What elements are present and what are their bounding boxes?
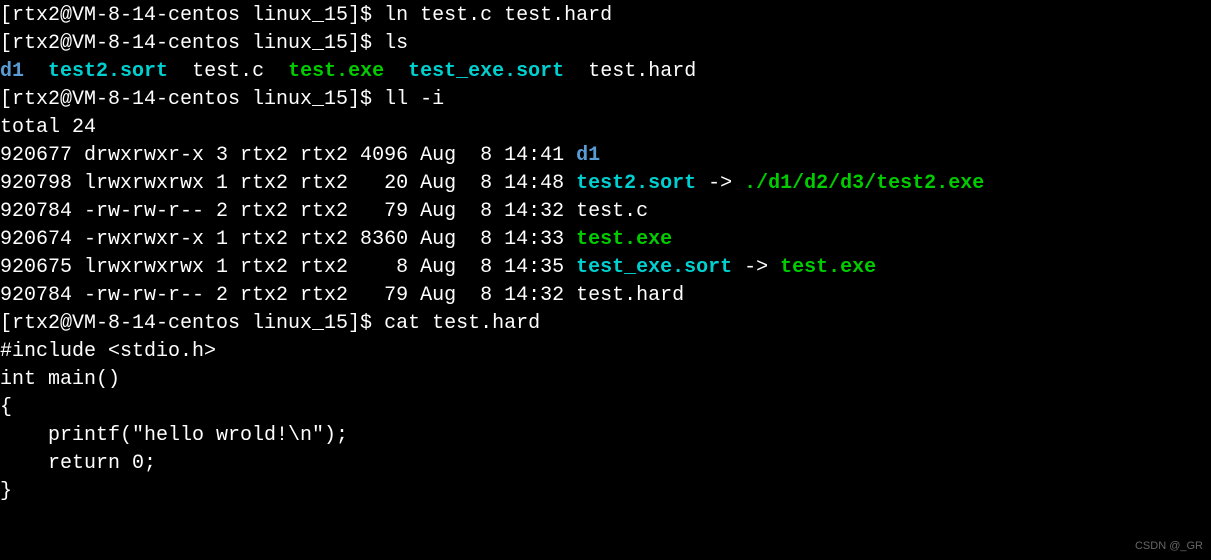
arrow: -> — [732, 256, 780, 279]
perms: lrwxrwxrwx 1 rtx2 rtx2 20 Aug 8 14:48 — [84, 172, 576, 195]
cmd-line-2: [rtx2@VM-8-14-centos linux_15]$ ls — [0, 30, 1211, 58]
file-entry: test.hard — [588, 60, 696, 83]
inode: 920784 — [0, 284, 84, 307]
inode: 920798 — [0, 172, 84, 195]
terminal-output[interactable]: [rtx2@VM-8-14-centos linux_15]$ ln test.… — [0, 2, 1211, 506]
cat-line: #include <stdio.h> — [0, 338, 1211, 366]
ls-output-line: d1 test2.sort test.c test.exe test_exe.s… — [0, 58, 1211, 86]
perms: -rw-rw-r-- 2 rtx2 rtx2 79 Aug 8 14:32 — [84, 284, 576, 307]
cmd-line-4: [rtx2@VM-8-14-centos linux_15]$ cat test… — [0, 310, 1211, 338]
command-text: ls — [384, 32, 408, 55]
perms: -rwxrwxr-x 1 rtx2 rtx2 8360 Aug 8 14:33 — [84, 228, 576, 251]
ll-row: 920674 -rwxrwxr-x 1 rtx2 rtx2 8360 Aug 8… — [0, 226, 1211, 254]
cmd-line-3: [rtx2@VM-8-14-centos linux_15]$ ll -i — [0, 86, 1211, 114]
cat-line: return 0; — [0, 450, 1211, 478]
file-entry: test.c — [192, 60, 264, 83]
watermark: CSDN @_GR — [1135, 539, 1203, 554]
symlink-entry: test2.sort — [48, 60, 168, 83]
ll-row: 920784 -rw-rw-r-- 2 rtx2 rtx2 79 Aug 8 1… — [0, 282, 1211, 310]
exe-entry: test.exe — [288, 60, 384, 83]
exe-entry: test.exe — [576, 228, 672, 251]
prompt: [rtx2@VM-8-14-centos linux_15]$ — [0, 32, 384, 55]
symlink-target: ./d1/d2/d3/test2.exe — [744, 172, 984, 195]
prompt: [rtx2@VM-8-14-centos linux_15]$ — [0, 88, 384, 111]
ll-row: 920677 drwxrwxr-x 3 rtx2 rtx2 4096 Aug 8… — [0, 142, 1211, 170]
inode: 920784 — [0, 200, 84, 223]
command-text: ln test.c test.hard — [384, 4, 612, 27]
ll-header: total 24 — [0, 114, 1211, 142]
ll-row: 920798 lrwxrwxrwx 1 rtx2 rtx2 20 Aug 8 1… — [0, 170, 1211, 198]
ll-row: 920675 lrwxrwxrwx 1 rtx2 rtx2 8 Aug 8 14… — [0, 254, 1211, 282]
symlink-target: test.exe — [780, 256, 876, 279]
dir-entry: d1 — [576, 144, 600, 167]
symlink-entry: test_exe.sort — [576, 256, 732, 279]
perms: -rw-rw-r-- 2 rtx2 rtx2 79 Aug 8 14:32 — [84, 200, 576, 223]
command-text: cat test.hard — [384, 312, 540, 335]
cat-line: int main() — [0, 366, 1211, 394]
symlink-entry: test2.sort — [576, 172, 696, 195]
cat-line: } — [0, 478, 1211, 506]
dir-entry: d1 — [0, 60, 24, 83]
symlink-entry: test_exe.sort — [408, 60, 564, 83]
file-entry: test.c — [576, 200, 648, 223]
prompt: [rtx2@VM-8-14-centos linux_15]$ — [0, 312, 384, 335]
command-text: ll -i — [384, 88, 444, 111]
cat-line: { — [0, 394, 1211, 422]
cat-line: printf("hello wrold!\n"); — [0, 422, 1211, 450]
arrow: -> — [696, 172, 744, 195]
inode: 920677 — [0, 144, 84, 167]
inode: 920674 — [0, 228, 84, 251]
perms: lrwxrwxrwx 1 rtx2 rtx2 8 Aug 8 14:35 — [84, 256, 576, 279]
file-entry: test.hard — [576, 284, 684, 307]
ll-row: 920784 -rw-rw-r-- 2 rtx2 rtx2 79 Aug 8 1… — [0, 198, 1211, 226]
inode: 920675 — [0, 256, 84, 279]
cmd-line-1: [rtx2@VM-8-14-centos linux_15]$ ln test.… — [0, 2, 1211, 30]
perms: drwxrwxr-x 3 rtx2 rtx2 4096 Aug 8 14:41 — [84, 144, 576, 167]
prompt: [rtx2@VM-8-14-centos linux_15]$ — [0, 4, 384, 27]
